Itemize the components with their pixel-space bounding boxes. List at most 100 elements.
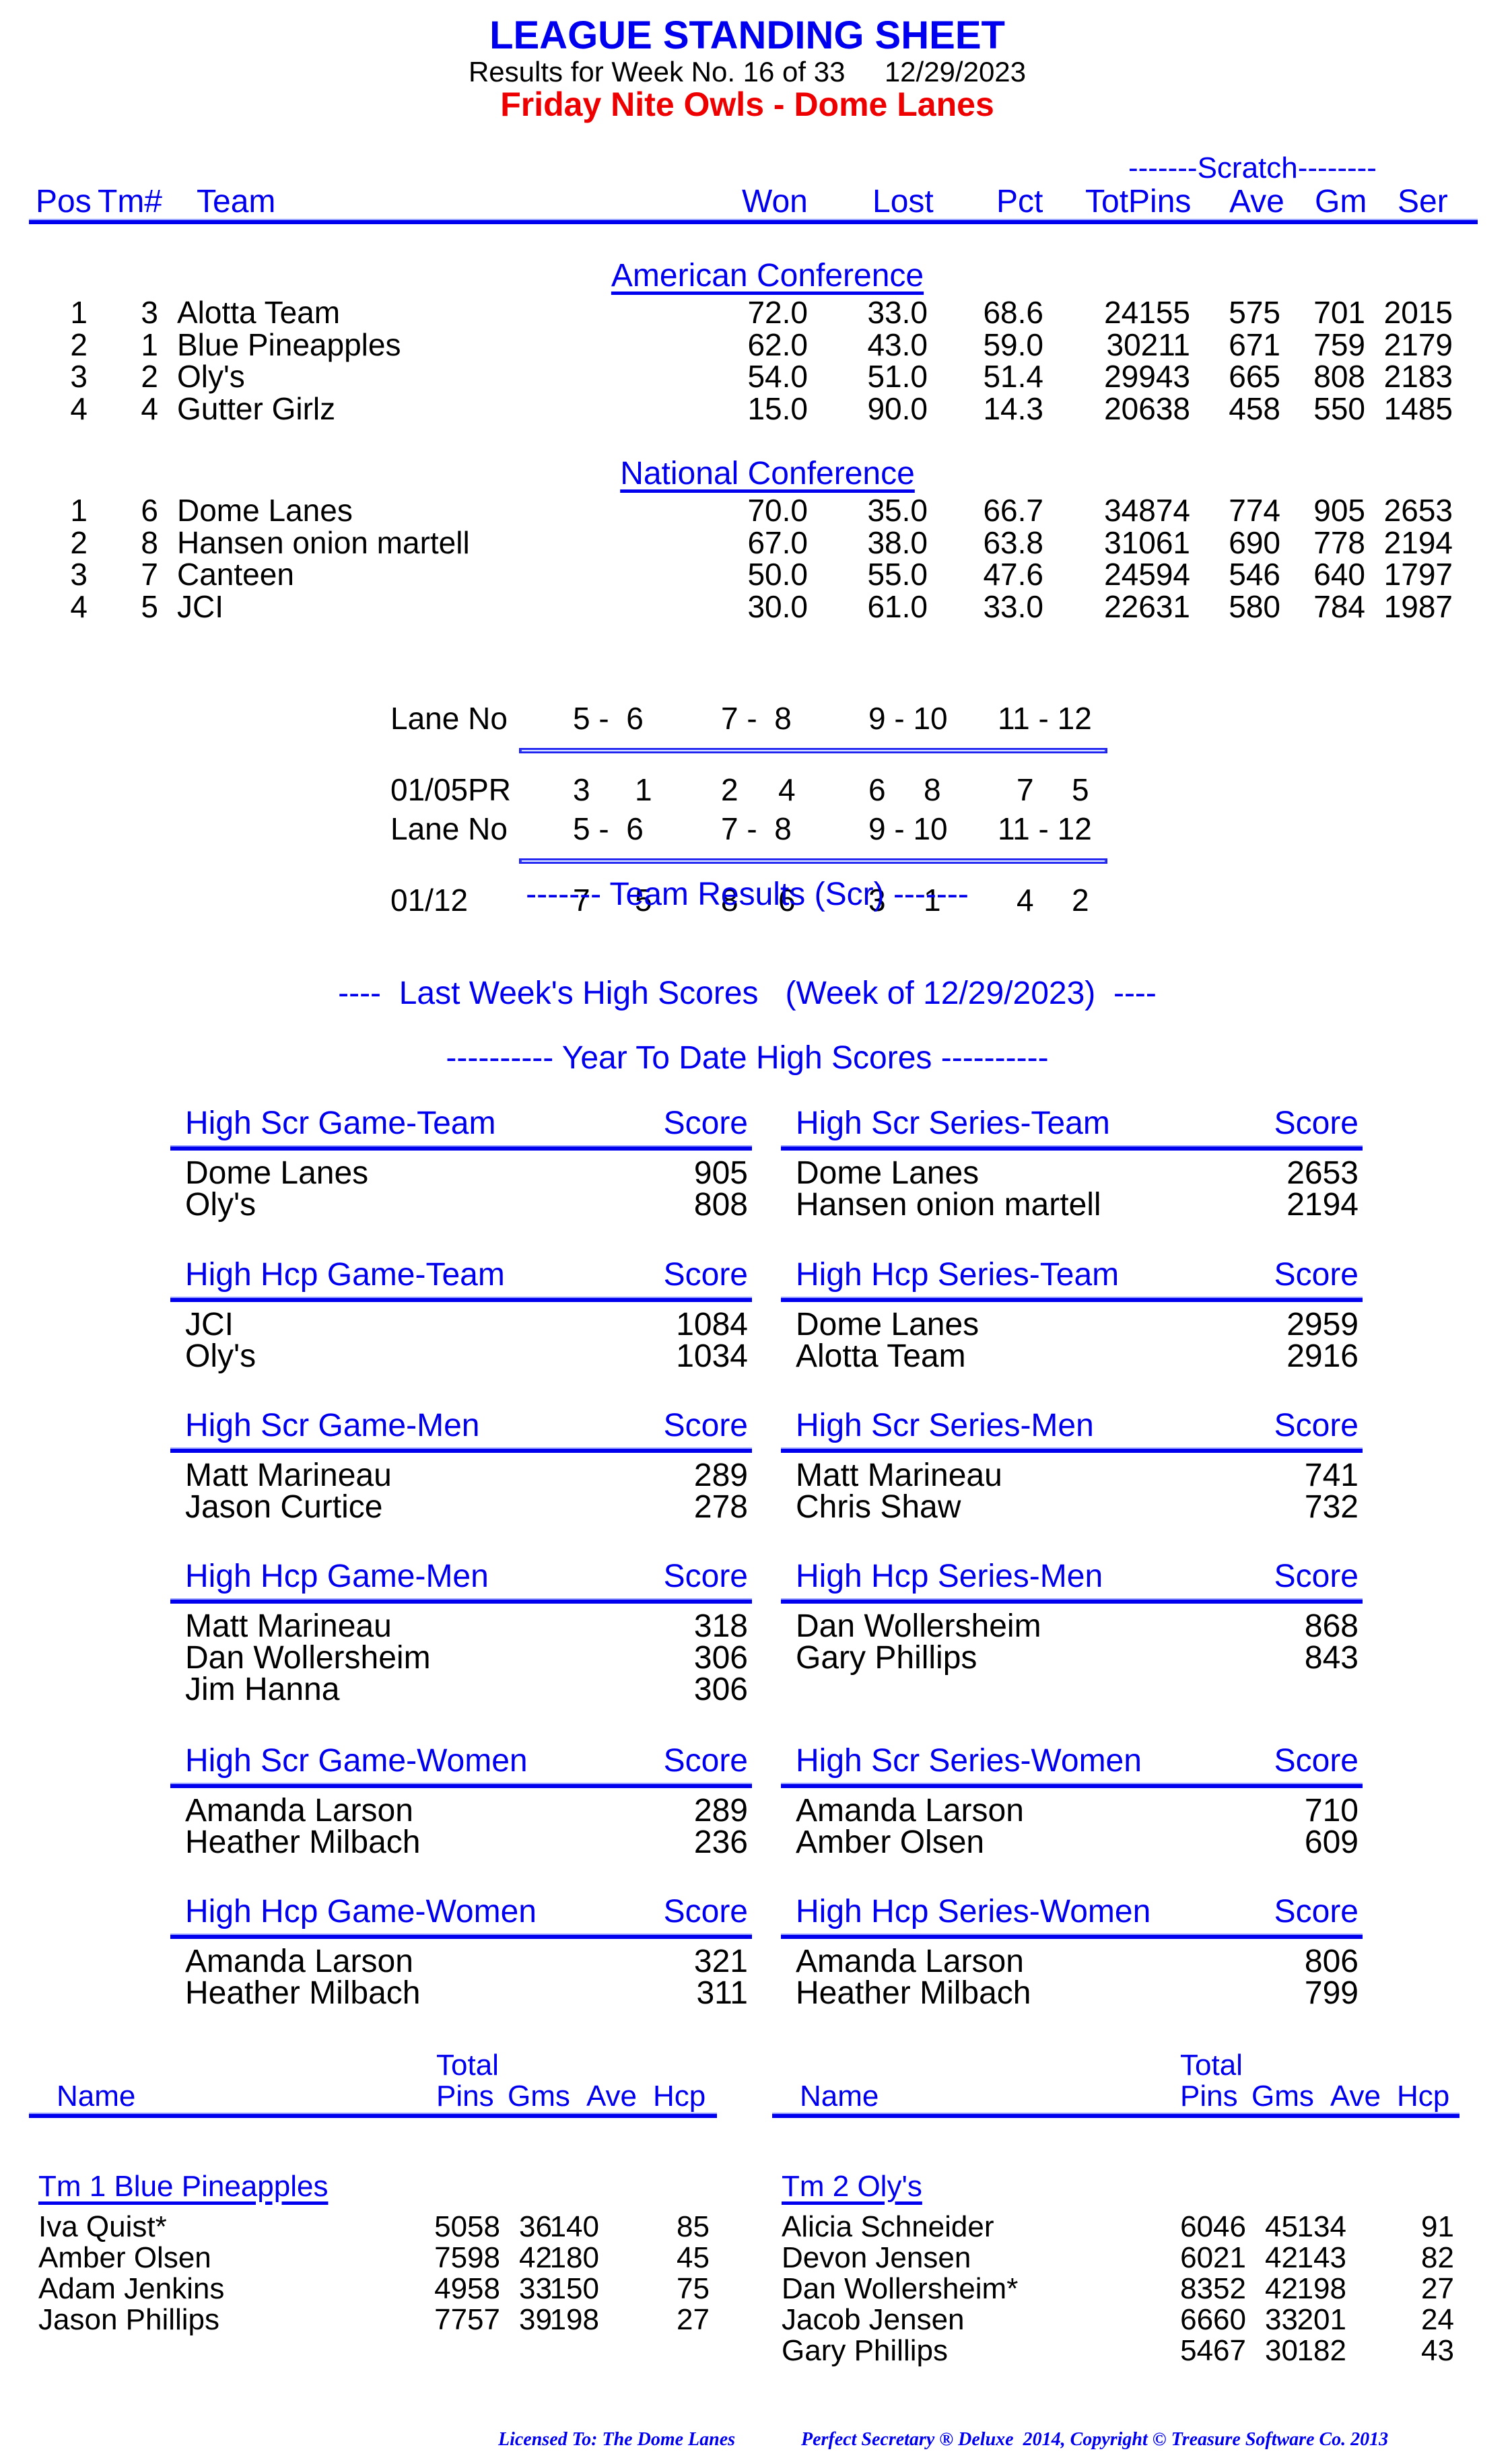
high-score-block: High Scr Game-Men Score Matt Marineau 289 Ja…: [170, 1410, 752, 1544]
col-total: Total: [1180, 2049, 1243, 2082]
player-name: Alicia Schneider: [782, 2210, 994, 2243]
standings-row: 1 6 70.0 35.0 66.7 34874 774 905 2653 Dome Lanes: [0, 495, 1512, 527]
conference-heading: American Conference: [611, 258, 924, 294]
standings-header-rule: [29, 220, 1478, 224]
cell-ave: 546: [1229, 557, 1280, 592]
player-ave: 201: [1297, 2303, 1346, 2336]
cell-won: 67.0: [747, 524, 808, 560]
high-score-value: 311: [696, 1975, 748, 2011]
high-score-rule: [170, 1449, 752, 1453]
lane-pair: 7 - 8: [721, 701, 792, 736]
high-score-name: Matt Marineau: [185, 1608, 392, 1644]
high-score-title: High Hcp Game-Men: [185, 1559, 489, 1594]
player-ave: 134: [1297, 2210, 1346, 2243]
lane-team: 2: [1072, 883, 1089, 918]
last-week-heading: ---- Last Week's High Scores (Week of 12…: [338, 976, 1157, 1011]
high-score-value: 808: [693, 1187, 748, 1223]
scratch-group-label: -------Scratch--------: [1128, 151, 1377, 184]
col-ave: Ave: [1330, 2080, 1381, 2113]
lane-team: 8: [924, 772, 941, 807]
score-column-label: Score: [1274, 1257, 1359, 1293]
lane-rule: [519, 858, 1107, 864]
lane-team: 7: [1017, 772, 1034, 807]
roster-header-rule: [772, 2114, 1459, 2118]
high-score-value: 318: [693, 1608, 748, 1644]
player-name: Jacob Jensen: [782, 2303, 965, 2336]
footer-license: Licensed To: The Dome Lanes: [498, 2429, 736, 2450]
conference-heading: National Conference: [620, 456, 915, 491]
cell-lost: 51.0: [867, 359, 928, 394]
cell-pct: 68.6: [983, 295, 1043, 330]
cell-won: 70.0: [747, 493, 808, 528]
cell-pos: 3: [70, 557, 88, 592]
high-score-block: High Hcp Game-Team Score JCI 1084 Oly's 1034: [170, 1259, 752, 1394]
lane-no-label: Lane No: [390, 701, 508, 736]
lane-team: 6: [868, 772, 886, 807]
roster-row: Devon Jensen 6021 42 143 82: [0, 2243, 1454, 2274]
high-score-title: High Scr Series-Team: [796, 1105, 1110, 1141]
score-column-label: Score: [1274, 1894, 1359, 1929]
cell-ser: 2179: [1383, 327, 1453, 362]
player-name: Dan Wollersheim*: [782, 2272, 1019, 2305]
high-score-name: Oly's: [185, 1338, 256, 1374]
high-score-value: 843: [1304, 1640, 1359, 1676]
roster-row: Alicia Schneider 6046 45 134 91: [0, 2212, 1454, 2243]
standings-row: 4 4 15.0 90.0 14.3 20638 458 550 1485 Gutter Girl…: [0, 393, 1512, 425]
cell-ave: 580: [1229, 588, 1280, 624]
high-score-title: High Scr Series-Men: [796, 1408, 1094, 1443]
high-score-rule: [781, 1784, 1363, 1788]
cell-ave: 575: [1229, 295, 1280, 330]
cell-tm: 6: [141, 493, 158, 528]
high-score-value: 710: [1304, 1793, 1359, 1829]
high-score-block: High Hcp Game-Women Score Amanda Larson 321…: [170, 1896, 752, 2030]
cell-ser: 2194: [1383, 524, 1453, 560]
player-hcp: 27: [677, 2303, 710, 2336]
cell-totpins: 34874: [1104, 493, 1190, 528]
col-gms: Gms: [1251, 2080, 1314, 2113]
high-score-rule: [781, 1449, 1363, 1453]
cell-team: Oly's: [177, 359, 245, 394]
cell-tm: 5: [141, 588, 158, 624]
standings-row: 3 7 50.0 55.0 47.6 24594 546 640 1797 Canteen: [0, 559, 1512, 591]
high-score-value: 609: [1304, 1824, 1359, 1860]
cell-pct: 51.4: [983, 359, 1043, 394]
col-pct: Pct: [996, 184, 1043, 219]
high-score-name: Dome Lanes: [796, 1155, 980, 1191]
high-score-name: Amanda Larson: [796, 1793, 1024, 1829]
cell-tm: 4: [141, 390, 158, 426]
ytd-heading: ---------- Year To Date High Scores ----…: [446, 1040, 1049, 1076]
player-name: Jason Phillips: [38, 2303, 220, 2336]
cell-totpins: 29943: [1104, 359, 1190, 394]
team-results-heading: ------- Team Results (Scr) -------: [526, 877, 969, 912]
high-score-title: High Scr Game-Team: [185, 1105, 496, 1141]
cell-ave: 690: [1229, 524, 1280, 560]
cell-gm: 759: [1313, 327, 1365, 362]
cell-won: 30.0: [747, 588, 808, 624]
league-name: Friday Nite Owls - Dome Lanes: [500, 86, 994, 123]
lane-team: 4: [778, 772, 796, 807]
high-score-name: Dan Wollersheim: [796, 1608, 1041, 1644]
cell-won: 50.0: [747, 557, 808, 592]
high-score-title: High Hcp Series-Men: [796, 1559, 1103, 1594]
cell-ave: 458: [1229, 390, 1280, 426]
lane-pair: 9 - 10: [868, 701, 948, 736]
player-ave: 150: [549, 2272, 599, 2305]
high-score-value: 306: [693, 1672, 748, 1707]
col-lost: Lost: [872, 184, 934, 219]
cell-gm: 808: [1313, 359, 1365, 394]
player-hcp: 43: [1421, 2334, 1454, 2367]
high-score-block: High Scr Series-Team Score Dome Lanes 2653 H…: [781, 1107, 1363, 1242]
roster-row: Dan Wollersheim* 8352 42 198 27: [0, 2274, 1454, 2305]
player-hcp: 82: [1421, 2241, 1454, 2274]
high-score-name: Jim Hanna: [185, 1672, 340, 1707]
cell-lost: 43.0: [867, 327, 928, 362]
cell-ser: 2653: [1383, 493, 1453, 528]
high-score-title: High Scr Game-Men: [185, 1408, 480, 1443]
standings-row: 1 3 72.0 33.0 68.6 24155 575 701 2015 Alotta Team: [0, 297, 1512, 329]
lane-team: 2: [721, 772, 738, 807]
high-score-rule: [170, 1298, 752, 1302]
high-score-block: High Hcp Series-Men Score Dan Wollersheim 8…: [781, 1561, 1363, 1695]
roster-team-title: Tm 1 Blue Pineapples: [38, 2170, 329, 2203]
score-column-label: Score: [663, 1559, 748, 1594]
cell-pos: 1: [70, 295, 88, 330]
